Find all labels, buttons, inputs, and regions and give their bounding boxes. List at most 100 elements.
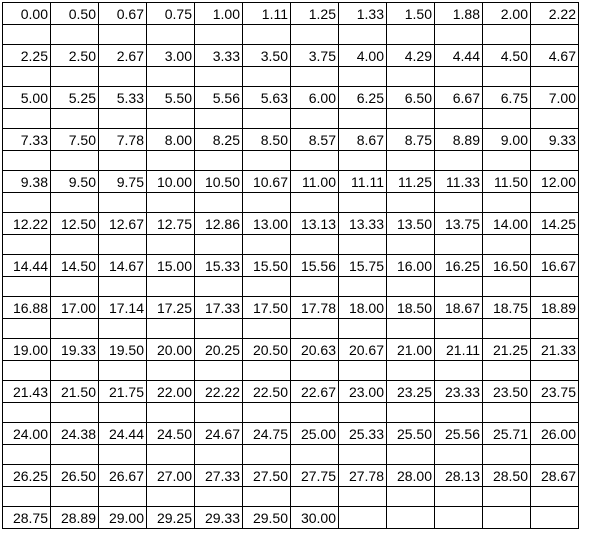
grid-cell[interactable]: 14.50 bbox=[50, 254, 99, 277]
grid-empty-cell[interactable] bbox=[242, 360, 291, 381]
grid-cell[interactable]: 0.67 bbox=[98, 2, 147, 25]
grid-cell[interactable]: 29.50 bbox=[242, 506, 291, 529]
grid-cell[interactable]: 10.67 bbox=[242, 170, 291, 193]
grid-empty-cell[interactable] bbox=[50, 24, 99, 45]
grid-cell[interactable]: 23.75 bbox=[530, 380, 579, 403]
grid-empty-cell[interactable] bbox=[50, 486, 99, 507]
grid-cell[interactable]: 14.44 bbox=[2, 254, 51, 277]
grid-cell[interactable]: 29.33 bbox=[194, 506, 243, 529]
grid-cell[interactable]: 20.63 bbox=[290, 338, 339, 361]
grid-empty-cell[interactable] bbox=[530, 192, 579, 213]
grid-cell[interactable]: 12.67 bbox=[98, 212, 147, 235]
grid-empty-cell[interactable] bbox=[482, 24, 531, 45]
grid-cell[interactable]: 21.25 bbox=[482, 338, 531, 361]
grid-empty-cell[interactable] bbox=[146, 66, 195, 87]
grid-empty-cell[interactable] bbox=[98, 318, 147, 339]
grid-empty-cell[interactable] bbox=[2, 108, 51, 129]
grid-cell[interactable]: 8.75 bbox=[386, 128, 435, 151]
grid-cell[interactable]: 12.86 bbox=[194, 212, 243, 235]
grid-empty-cell[interactable] bbox=[290, 234, 339, 255]
grid-cell[interactable]: 13.50 bbox=[386, 212, 435, 235]
grid-cell[interactable]: 5.00 bbox=[2, 86, 51, 109]
grid-empty-cell[interactable] bbox=[242, 402, 291, 423]
grid-empty-cell[interactable] bbox=[50, 66, 99, 87]
grid-empty-cell[interactable] bbox=[98, 150, 147, 171]
grid-empty-cell[interactable] bbox=[2, 276, 51, 297]
grid-cell[interactable]: 12.00 bbox=[530, 170, 579, 193]
grid-empty-cell[interactable] bbox=[338, 66, 387, 87]
grid-empty-cell[interactable] bbox=[146, 24, 195, 45]
grid-empty-cell[interactable] bbox=[50, 108, 99, 129]
grid-cell[interactable]: 11.25 bbox=[386, 170, 435, 193]
grid-cell[interactable]: 27.33 bbox=[194, 464, 243, 487]
grid-cell[interactable]: 23.00 bbox=[338, 380, 387, 403]
grid-empty-cell[interactable] bbox=[242, 66, 291, 87]
grid-empty-cell[interactable] bbox=[338, 108, 387, 129]
grid-cell[interactable]: 20.00 bbox=[146, 338, 195, 361]
grid-cell[interactable]: 8.00 bbox=[146, 128, 195, 151]
grid-cell[interactable]: 18.50 bbox=[386, 296, 435, 319]
grid-empty-cell[interactable] bbox=[50, 318, 99, 339]
grid-empty-cell[interactable] bbox=[482, 66, 531, 87]
grid-empty-cell[interactable] bbox=[50, 234, 99, 255]
grid-cell[interactable]: 23.50 bbox=[482, 380, 531, 403]
grid-empty-cell[interactable] bbox=[146, 318, 195, 339]
grid-cell[interactable]: 27.75 bbox=[290, 464, 339, 487]
grid-empty-cell[interactable] bbox=[146, 192, 195, 213]
grid-cell[interactable]: 7.78 bbox=[98, 128, 147, 151]
grid-empty-cell[interactable] bbox=[146, 108, 195, 129]
grid-cell[interactable]: 17.78 bbox=[290, 296, 339, 319]
grid-empty-cell[interactable] bbox=[146, 150, 195, 171]
grid-cell[interactable]: 13.13 bbox=[290, 212, 339, 235]
grid-empty-cell[interactable] bbox=[98, 192, 147, 213]
grid-cell[interactable]: 2.22 bbox=[530, 2, 579, 25]
grid-empty-cell[interactable] bbox=[386, 192, 435, 213]
grid-cell[interactable]: 11.11 bbox=[338, 170, 387, 193]
grid-empty-cell[interactable] bbox=[338, 444, 387, 465]
grid-cell[interactable]: 14.00 bbox=[482, 212, 531, 235]
grid-cell[interactable]: 24.38 bbox=[50, 422, 99, 445]
grid-empty-cell[interactable] bbox=[386, 276, 435, 297]
grid-empty-cell[interactable] bbox=[338, 276, 387, 297]
grid-empty-cell[interactable] bbox=[194, 150, 243, 171]
grid-empty-cell[interactable] bbox=[242, 108, 291, 129]
grid-cell[interactable]: 6.67 bbox=[434, 86, 483, 109]
grid-cell[interactable] bbox=[434, 506, 483, 529]
grid-cell[interactable]: 19.33 bbox=[50, 338, 99, 361]
grid-empty-cell[interactable] bbox=[194, 108, 243, 129]
grid-cell[interactable]: 4.00 bbox=[338, 44, 387, 67]
grid-empty-cell[interactable] bbox=[434, 276, 483, 297]
grid-empty-cell[interactable] bbox=[530, 486, 579, 507]
grid-cell[interactable]: 7.00 bbox=[530, 86, 579, 109]
grid-cell[interactable]: 0.75 bbox=[146, 2, 195, 25]
grid-empty-cell[interactable] bbox=[242, 276, 291, 297]
grid-empty-cell[interactable] bbox=[290, 108, 339, 129]
grid-empty-cell[interactable] bbox=[482, 360, 531, 381]
grid-empty-cell[interactable] bbox=[98, 234, 147, 255]
grid-empty-cell[interactable] bbox=[98, 402, 147, 423]
grid-cell[interactable]: 23.25 bbox=[386, 380, 435, 403]
grid-empty-cell[interactable] bbox=[194, 486, 243, 507]
grid-cell[interactable]: 11.33 bbox=[434, 170, 483, 193]
grid-empty-cell[interactable] bbox=[2, 66, 51, 87]
grid-empty-cell[interactable] bbox=[194, 234, 243, 255]
grid-cell[interactable]: 1.50 bbox=[386, 2, 435, 25]
grid-cell[interactable]: 20.67 bbox=[338, 338, 387, 361]
grid-cell[interactable]: 21.75 bbox=[98, 380, 147, 403]
grid-empty-cell[interactable] bbox=[386, 486, 435, 507]
grid-empty-cell[interactable] bbox=[290, 192, 339, 213]
grid-empty-cell[interactable] bbox=[194, 24, 243, 45]
grid-empty-cell[interactable] bbox=[530, 66, 579, 87]
grid-empty-cell[interactable] bbox=[434, 150, 483, 171]
grid-empty-cell[interactable] bbox=[338, 318, 387, 339]
grid-cell[interactable]: 24.44 bbox=[98, 422, 147, 445]
grid-cell[interactable]: 13.00 bbox=[242, 212, 291, 235]
grid-empty-cell[interactable] bbox=[98, 444, 147, 465]
grid-cell[interactable]: 14.67 bbox=[98, 254, 147, 277]
grid-cell[interactable]: 25.33 bbox=[338, 422, 387, 445]
grid-cell[interactable]: 6.75 bbox=[482, 86, 531, 109]
grid-cell[interactable]: 15.56 bbox=[290, 254, 339, 277]
grid-empty-cell[interactable] bbox=[146, 360, 195, 381]
grid-empty-cell[interactable] bbox=[482, 192, 531, 213]
grid-cell[interactable]: 2.67 bbox=[98, 44, 147, 67]
